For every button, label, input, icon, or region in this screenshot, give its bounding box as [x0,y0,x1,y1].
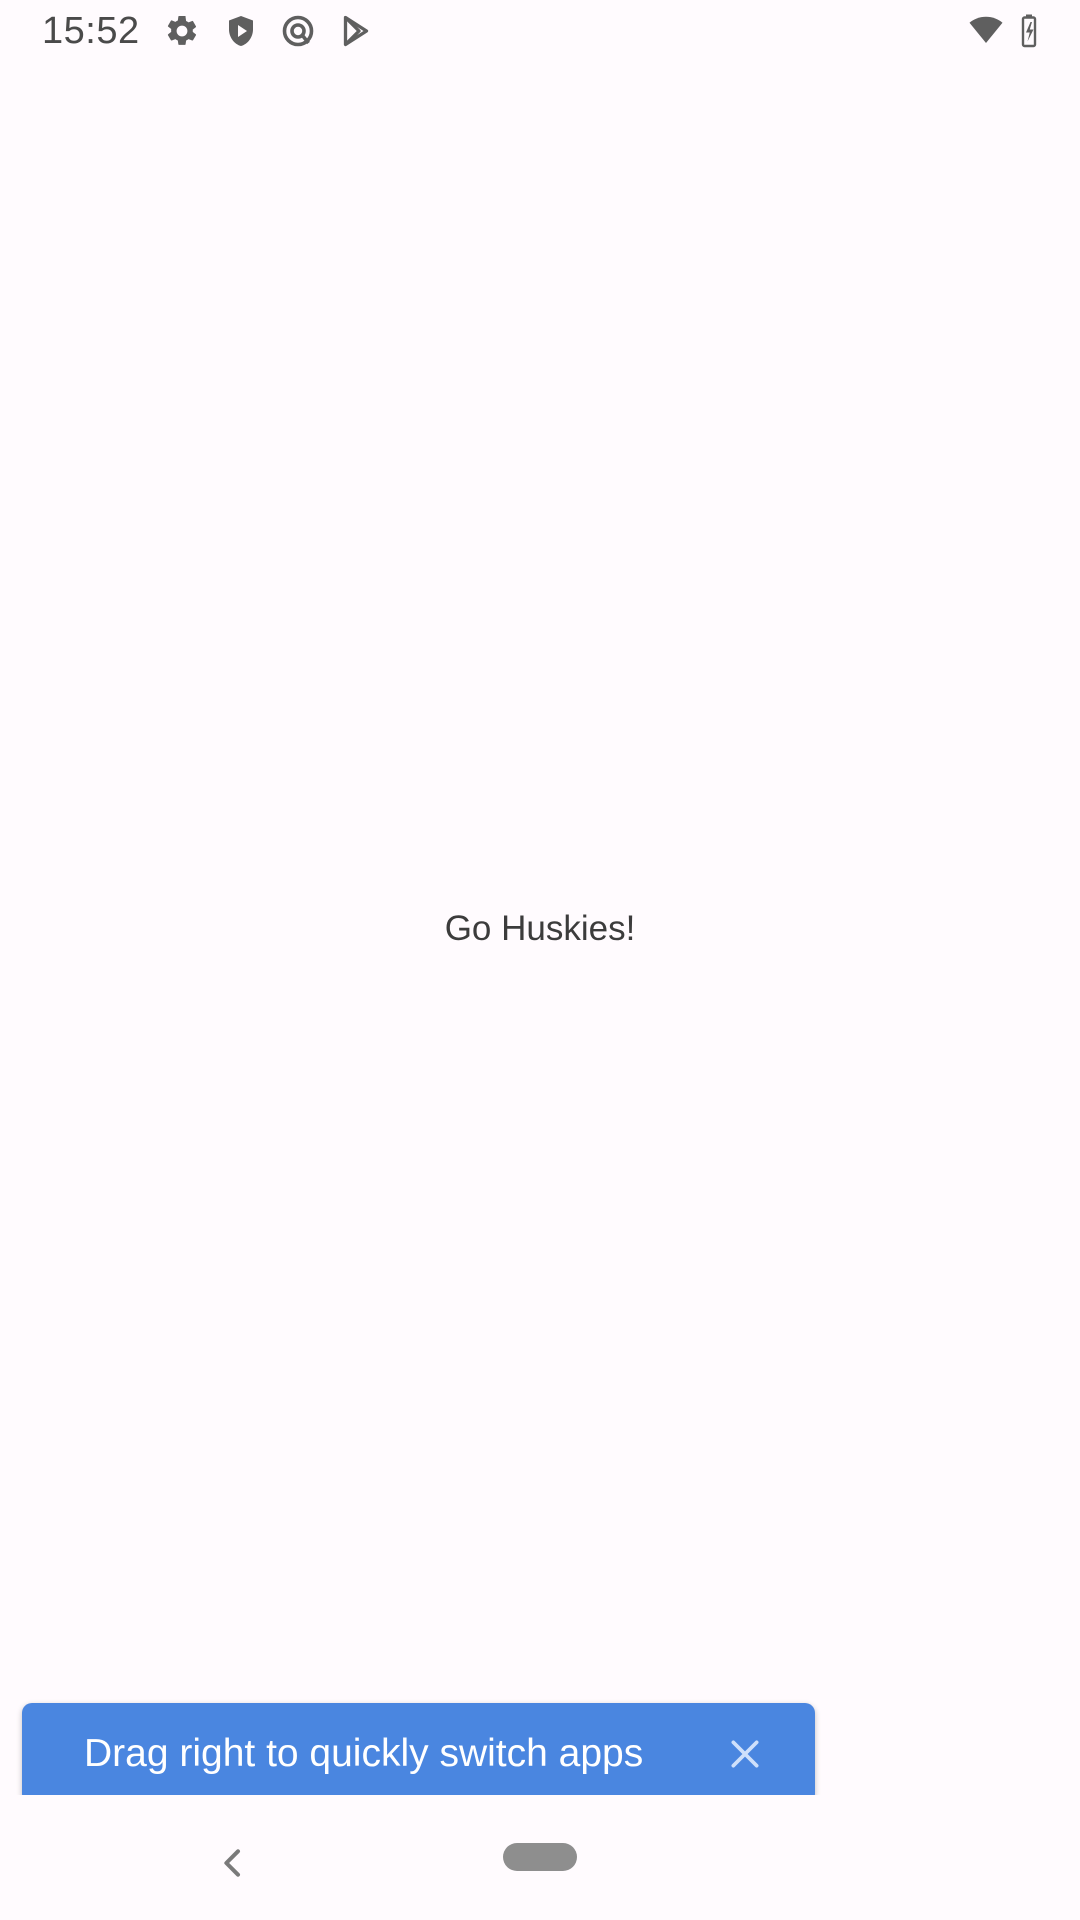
wifi-icon [966,11,1006,51]
status-bar: 15:52 [0,0,1080,62]
settings-icon [162,11,202,51]
switch-apps-tip: Drag right to quickly switch apps [22,1703,815,1804]
navigation-bar [0,1795,1080,1920]
screen: 15:52 Go Huskies! Drag right to quickly … [0,0,1080,1920]
play-store-icon [336,11,376,51]
shield-play-icon [221,11,261,51]
battery-charging-icon [1018,11,1040,51]
at-sign-icon [278,11,318,51]
status-time: 15:52 [42,10,140,52]
back-chevron-icon[interactable] [195,1825,271,1901]
tip-text: Drag right to quickly switch apps [84,1731,644,1775]
home-pill-icon[interactable] [503,1843,577,1871]
go-huskies-text: Go Huskies! [444,909,636,948]
close-icon[interactable] [712,1721,778,1787]
